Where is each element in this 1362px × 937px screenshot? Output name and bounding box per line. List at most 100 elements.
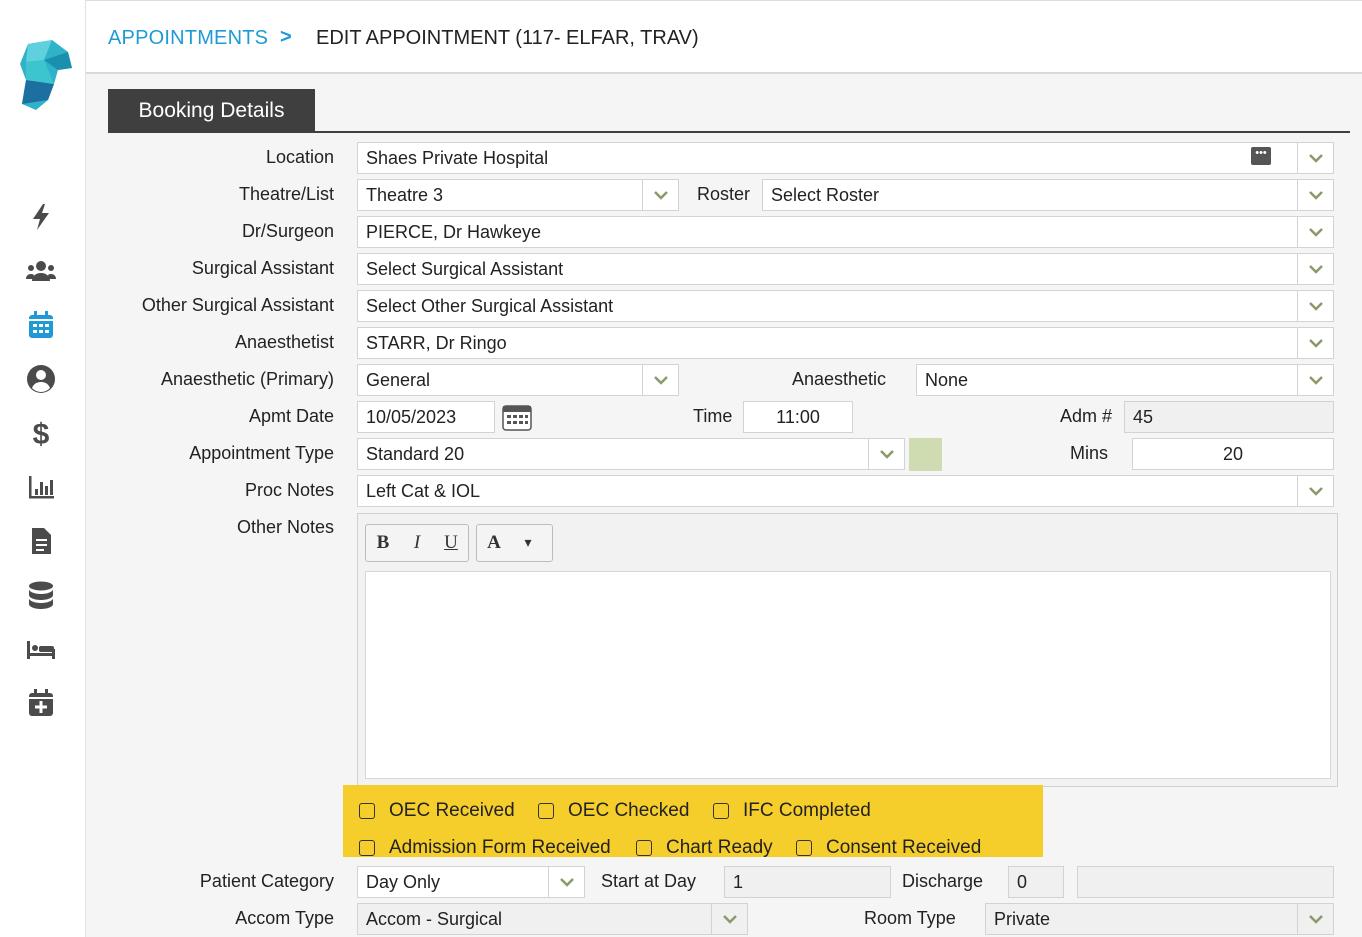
lightning-icon[interactable] [24,200,58,234]
room-type-dropdown-arrow-icon[interactable] [1297,904,1333,934]
appointment-type-select[interactable]: Standard 20 [357,438,905,470]
accom-type-select[interactable]: Accom - Surgical [357,903,748,935]
discharge-input[interactable]: 0 [1008,866,1064,898]
anaesthetic-primary-dropdown-arrow-icon[interactable] [642,365,678,395]
checkbox-icon[interactable] [538,803,554,819]
checkbox-icon[interactable] [796,840,812,856]
appointment-type-dropdown-arrow-icon[interactable] [868,439,904,469]
checkbox-icon[interactable] [713,803,729,819]
surgical-assistant-dropdown-arrow-icon[interactable] [1297,254,1333,284]
breadcrumb-separator-icon: > [280,26,292,48]
surgical-assistant-label: Surgical Assistant [191,258,334,278]
patient-category-dropdown-arrow-icon[interactable] [548,867,584,897]
adm-no-value: 45 [1133,407,1154,427]
proc-notes-value: Left Cat & IOL [366,481,481,501]
room-type-value: Private [994,909,1051,929]
calendar-plus-icon[interactable] [24,686,58,720]
font-color-button[interactable]: A [477,525,511,561]
calendar-picker-icon[interactable] [502,403,532,431]
location-label: Location [265,147,334,167]
anaesthetic-label: Anaesthetic [792,369,887,389]
app-logo[interactable] [18,40,74,112]
other-surgical-assistant-label: Other Surgical Assistant [141,295,334,315]
start-at-day-label: Start at Day [601,871,697,891]
anaesthetist-label: Anaesthetist [234,332,334,352]
roster-dropdown-arrow-icon[interactable] [1297,180,1333,210]
proc-notes-label: Proc Notes [244,480,334,500]
other-surgical-assistant-select[interactable]: Select Other Surgical Assistant [357,290,1334,322]
other-surgical-assistant-value: Select Other Surgical Assistant [366,296,614,316]
accom-type-label: Accom Type [235,908,334,928]
checkbox-icon[interactable] [359,803,375,819]
oec-received-checkbox[interactable]: OEC Received [359,800,515,822]
users-icon[interactable] [24,254,58,288]
admission-form-received-checkbox[interactable]: Admission Form Received [359,837,611,859]
patient-category-select[interactable]: Day Only [357,866,585,898]
surgeon-dropdown-arrow-icon[interactable] [1297,217,1333,247]
accom-type-dropdown-arrow-icon[interactable] [711,904,747,934]
discharge-label: Discharge [902,871,984,891]
patient-category-value: Day Only [366,872,441,892]
breadcrumb-appointments-link[interactable]: APPOINTMENTS [108,27,268,50]
oec-checked-checkbox[interactable]: OEC Checked [538,800,689,822]
room-type-select[interactable]: Private [985,903,1334,935]
checkbox-label: OEC Received [389,800,515,821]
proc-notes-dropdown-arrow-icon[interactable] [1297,476,1333,506]
surgeon-label: Dr/Surgeon [241,221,334,241]
roster-select[interactable]: Select Roster [762,179,1334,211]
time-input[interactable]: 11:00 [743,401,853,433]
other-notes-label: Other Notes [236,517,334,537]
theatre-select[interactable]: Theatre 3 [357,179,679,211]
checkbox-label: Consent Received [826,837,982,858]
adm-no-input[interactable]: 45 [1124,401,1334,433]
start-at-day-input[interactable]: 1 [724,866,891,898]
appointment-type-color-swatch [909,438,942,471]
theatre-label: Theatre/List [238,184,334,204]
apmt-date-input[interactable]: 10/05/2023 [357,401,495,433]
checkbox-icon[interactable] [636,840,652,856]
other-surgical-assistant-dropdown-arrow-icon[interactable] [1297,291,1333,321]
appointment-type-label: Appointment Type [189,443,334,463]
tab-booking-details[interactable]: Booking Details [108,89,315,133]
color-toolbar: A ▾ [476,524,553,562]
chart-icon[interactable] [24,470,58,504]
other-notes-editor: B I U A ▾ [357,513,1338,787]
document-icon[interactable] [24,524,58,558]
mins-input[interactable]: 20 [1132,438,1334,470]
surgical-assistant-select[interactable]: Select Surgical Assistant [357,253,1334,285]
surgeon-select[interactable]: PIERCE, Dr Hawkeye [357,216,1334,248]
font-color-dropdown-icon[interactable]: ▾ [511,525,545,561]
other-notes-textarea[interactable] [365,571,1331,779]
anaesthetist-dropdown-arrow-icon[interactable] [1297,328,1333,358]
italic-button[interactable]: I [400,525,434,561]
discharge-extra-input[interactable] [1077,866,1334,898]
theatre-dropdown-arrow-icon[interactable] [642,180,678,210]
location-select[interactable]: Shaes Private Hospital ••• [357,142,1334,174]
underline-button[interactable]: U [434,525,468,561]
apmt-date-label: Apmt Date [248,406,334,426]
dollar-icon[interactable]: $ [24,416,58,450]
anaesthetist-select[interactable]: STARR, Dr Ringo [357,327,1334,359]
user-circle-icon[interactable] [24,362,58,396]
anaesthetic-select[interactable]: None [916,364,1334,396]
sidebar: $ [0,0,86,937]
anaesthetic-primary-select[interactable]: General [357,364,679,396]
anaesthetic-primary-value: General [366,370,431,390]
consent-received-checkbox[interactable]: Consent Received [796,837,981,859]
anaesthetic-dropdown-arrow-icon[interactable] [1297,365,1333,395]
proc-notes-select[interactable]: Left Cat & IOL [357,475,1334,507]
breadcrumb: APPOINTMENTS > EDIT APPOINTMENT (117- EL… [86,0,1362,74]
ifc-completed-checkbox[interactable]: IFC Completed [713,800,871,822]
bed-icon[interactable] [24,632,58,666]
database-icon[interactable] [24,578,58,612]
checkbox-icon[interactable] [359,840,375,856]
location-value: Shaes Private Hospital [366,148,549,168]
chart-ready-checkbox[interactable]: Chart Ready [636,837,773,859]
bold-button[interactable]: B [366,525,400,561]
mins-label: Mins [1070,443,1109,463]
calendar-icon[interactable] [24,308,58,342]
more-options-icon[interactable]: ••• [1251,147,1271,165]
adm-no-label: Adm # [1060,406,1113,426]
surgeon-value: PIERCE, Dr Hawkeye [366,222,542,242]
location-dropdown-arrow-icon[interactable] [1297,143,1333,173]
